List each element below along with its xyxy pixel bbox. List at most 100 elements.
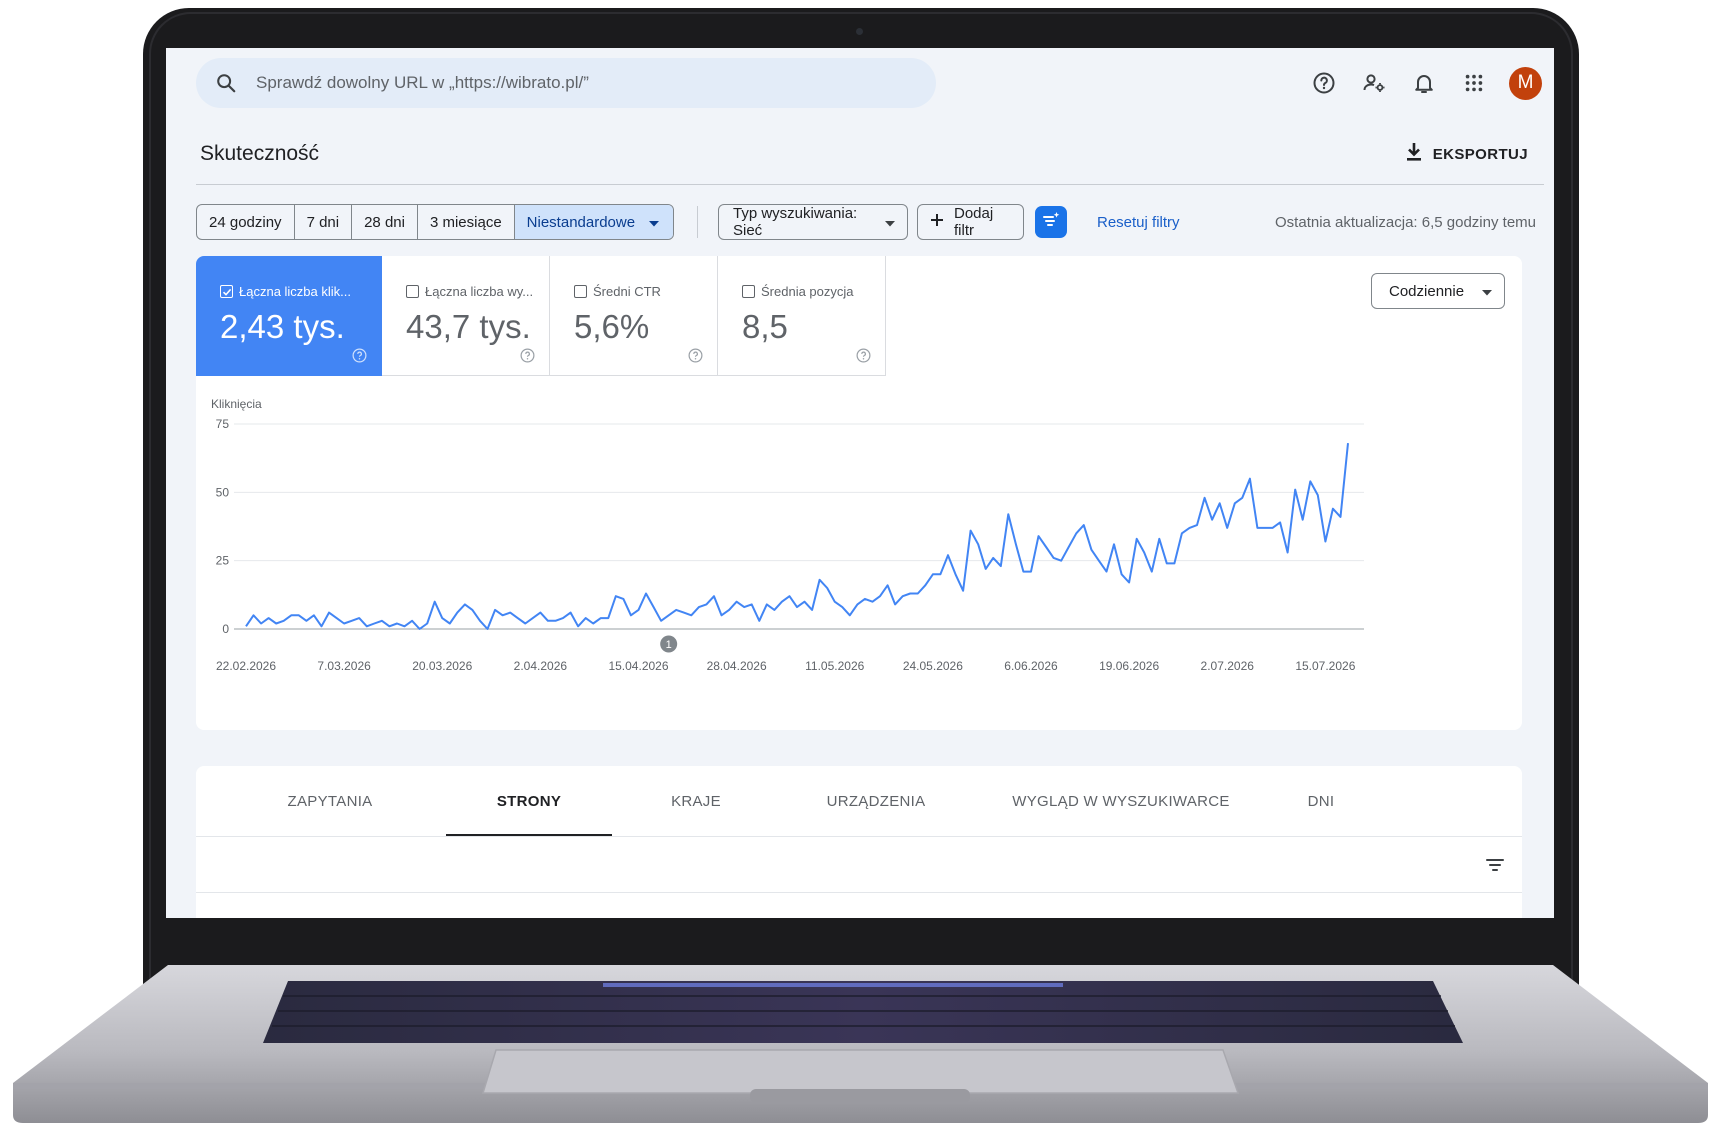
help-icon[interactable] [688, 348, 703, 363]
help-icon[interactable] [1299, 60, 1349, 106]
metric-label: Średnia pozycja [761, 284, 854, 299]
metric-average-position[interactable]: Średnia pozycja 8,5 [718, 256, 886, 376]
metric-header: Łączna liczba wy... [406, 284, 533, 299]
table-header-divider [196, 892, 1522, 893]
tabs-divider [196, 836, 1522, 837]
tab-label: DNI [1307, 792, 1335, 810]
reset-filters-link[interactable]: Resetuj filtry [1097, 214, 1180, 231]
caret-down-icon [1482, 283, 1492, 300]
x-tick-label: 22.02.2026 [216, 659, 276, 673]
metric-label: Średni CTR [593, 284, 661, 299]
clicks-series-line [245, 442, 1349, 630]
metric-average-ctr[interactable]: Średni CTR 5,6% [550, 256, 718, 376]
range-24h-button[interactable]: 24 godziny [197, 205, 295, 239]
export-button[interactable]: EKSPORTUJ [1405, 134, 1528, 174]
tab-dates[interactable]: DNI [1256, 766, 1386, 836]
metric-value: 5,6% [574, 308, 650, 345]
checkbox-unchecked-icon [574, 285, 587, 298]
metric-total-clicks[interactable]: Łączna liczba klik... 2,43 tys. [196, 256, 382, 376]
tab-pages[interactable]: STRONY [446, 766, 612, 836]
filter-sparkle-icon [1041, 210, 1061, 235]
date-range-selector: 24 godziny 7 dni 28 dni 3 miesiące Niest… [196, 204, 675, 240]
checkbox-unchecked-icon [742, 285, 755, 298]
search-input[interactable] [256, 73, 896, 93]
metric-header: Łączna liczba klik... [220, 284, 351, 299]
search-type-dropdown[interactable]: Typ wyszukiwania: Sieć [718, 204, 908, 240]
add-filter-label: Dodaj filtr [954, 205, 994, 239]
y-tick-label: 75 [216, 417, 230, 431]
x-tick-label: 15.04.2026 [608, 659, 668, 673]
filter-suggestions-button[interactable] [1035, 206, 1067, 238]
metric-label: Łączna liczba klik... [239, 284, 351, 299]
annotation-label: 1 [666, 639, 672, 651]
x-tick-label: 2.07.2026 [1201, 659, 1255, 673]
add-filter-button[interactable]: Dodaj filtr [917, 204, 1024, 240]
tab-label: STRONY [496, 792, 562, 810]
screen: M Skuteczność EKSPORTUJ 24 godziny 7 dni… [166, 48, 1554, 918]
x-tick-label: 15.07.2026 [1295, 659, 1355, 673]
y-tick-label: 50 [216, 485, 230, 499]
plus-icon [930, 213, 944, 231]
metric-value: 8,5 [742, 308, 788, 345]
range-3m-button[interactable]: 3 miesiące [418, 205, 515, 239]
x-tick-label: 28.04.2026 [707, 659, 767, 673]
laptop-keyboard-deck [8, 965, 1713, 1125]
checkbox-unchecked-icon [406, 285, 419, 298]
x-tick-label: 11.05.2026 [805, 659, 864, 673]
checkbox-checked-icon [220, 285, 233, 298]
table-filter-icon[interactable] [1484, 854, 1506, 876]
tab-devices[interactable]: URZĄDZENIA [776, 766, 976, 836]
x-tick-label: 7.03.2026 [317, 659, 371, 673]
header-divider [196, 184, 1544, 185]
bell-icon[interactable] [1399, 60, 1449, 106]
export-label: EKSPORTUJ [1432, 145, 1528, 163]
help-icon[interactable] [520, 348, 535, 363]
tab-label: WYGLĄD W WYSZUKIWARCE [1012, 792, 1230, 810]
x-tick-label: 24.05.2026 [903, 659, 963, 673]
filters-separator [697, 206, 698, 238]
x-tick-label: 6.06.2026 [1004, 659, 1058, 673]
y-tick-label: 25 [216, 554, 230, 568]
metric-total-impressions[interactable]: Łączna liczba wy... 43,7 tys. [382, 256, 550, 376]
y-tick-label: 0 [222, 622, 229, 636]
webcam [856, 28, 863, 35]
tab-label: ZAPYTANIA [287, 792, 373, 810]
x-tick-label: 2.04.2026 [514, 659, 568, 673]
x-tick-label: 20.03.2026 [412, 659, 472, 673]
metric-label: Łączna liczba wy... [425, 284, 534, 299]
page-title: Skuteczność [200, 142, 320, 165]
x-tick-label: 19.06.2026 [1099, 659, 1159, 673]
download-icon [1405, 142, 1423, 166]
metric-value: 43,7 tys. [406, 308, 531, 345]
range-7d-button[interactable]: 7 dni [295, 205, 353, 239]
url-inspection-search[interactable] [196, 58, 936, 108]
range-custom-label: Niestandardowe [526, 213, 636, 231]
metric-value: 2,43 tys. [220, 308, 345, 345]
help-icon[interactable] [856, 348, 871, 363]
tab-search-appearance[interactable]: WYGLĄD W WYSZUKIWARCE [971, 766, 1271, 836]
tab-label: URZĄDZENIA [826, 792, 926, 810]
top-actions: M [1299, 60, 1554, 106]
caret-down-icon [885, 214, 895, 231]
range-custom-button[interactable]: Niestandardowe [514, 205, 674, 239]
granularity-dropdown[interactable]: Codziennie [1371, 273, 1505, 309]
performance-chart-card: Łączna liczba klik... 2,43 tys. Łączna l… [196, 256, 1522, 730]
avatar[interactable]: M [1509, 66, 1542, 100]
search-type-label: Typ wyszukiwania: Sieć [733, 205, 858, 239]
manage-users-icon[interactable] [1349, 60, 1399, 106]
metric-header: Średni CTR [574, 284, 661, 299]
granularity-label: Codziennie [1389, 282, 1465, 300]
apps-grid-icon[interactable] [1449, 60, 1499, 106]
search-icon [214, 71, 238, 95]
clicks-line-chart: Kliknięcia 0 25 50 75 22.02.2026 7.03.2026 20.0… [211, 397, 1364, 673]
help-icon[interactable] [352, 348, 367, 363]
tab-label: KRAJE [671, 792, 721, 810]
tab-queries[interactable]: ZAPYTANIA [236, 766, 424, 836]
last-update-text: Ostatnia aktualizacja: 6,5 godziny temu [1275, 214, 1536, 231]
range-28d-button[interactable]: 28 dni [352, 205, 418, 239]
caret-down-icon [649, 214, 660, 231]
metric-header: Średnia pozycja [742, 284, 854, 299]
tab-countries[interactable]: KRAJE [611, 766, 781, 836]
report-tabs-card: ZAPYTANIA STRONY KRAJE URZĄDZENIA WYGLĄD… [196, 766, 1522, 918]
y-axis-label: Kliknięcia [211, 397, 262, 411]
